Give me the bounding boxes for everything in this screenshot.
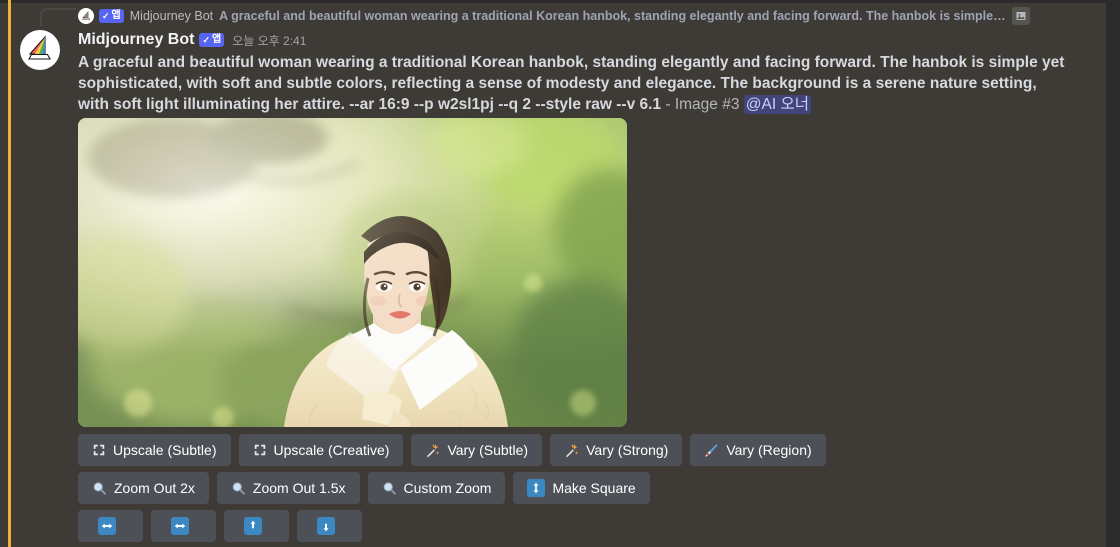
button-label: Make Square bbox=[552, 480, 635, 496]
reply-badge-label: 앱 bbox=[112, 9, 121, 23]
midjourney-sailboat-icon bbox=[78, 8, 94, 24]
prompt-text: A graceful and beautiful woman wearing a… bbox=[78, 54, 1064, 113]
expand-icon bbox=[253, 443, 267, 457]
button-label: Upscale (Subtle) bbox=[113, 442, 217, 458]
badge-label: 앱 bbox=[212, 33, 221, 47]
button-row-zoom: Zoom Out 2x Zoom Out 1.5x Custom Zoom bbox=[78, 472, 650, 504]
arrow-left-icon bbox=[98, 517, 116, 535]
mention-accent-bar bbox=[8, 0, 11, 547]
message-content: A graceful and beautiful woman wearing a… bbox=[78, 52, 1068, 115]
message-timestamp: 오늘 오후 2:41 bbox=[232, 32, 306, 49]
zoom-out-1-5x-button[interactable]: Zoom Out 1.5x bbox=[217, 472, 360, 504]
arrow-down-icon bbox=[317, 517, 335, 535]
sparkle-wand-icon bbox=[564, 443, 579, 458]
vary-region-button[interactable]: Vary (Region) bbox=[690, 434, 825, 466]
reply-verified-app-badge: ✓ 앱 bbox=[99, 9, 124, 23]
upscale-subtle-button[interactable]: Upscale (Subtle) bbox=[78, 434, 231, 466]
make-square-button[interactable]: Make Square bbox=[513, 472, 649, 504]
magnifier-icon bbox=[92, 481, 107, 496]
reply-reference-bar[interactable]: ✓ 앱 Midjourney Bot A graceful and beauti… bbox=[40, 5, 1105, 27]
paintbrush-icon bbox=[704, 443, 719, 458]
message-header: Midjourney Bot ✓ 앱 오늘 오후 2:41 bbox=[78, 30, 306, 50]
arrow-right-icon bbox=[171, 517, 189, 535]
vary-subtle-button[interactable]: Vary (Subtle) bbox=[411, 434, 542, 466]
custom-zoom-button[interactable]: Custom Zoom bbox=[368, 472, 506, 504]
magnifier-icon bbox=[382, 481, 397, 496]
check-icon: ✓ bbox=[202, 33, 210, 47]
button-label: Custom Zoom bbox=[404, 480, 492, 496]
button-label: Zoom Out 1.5x bbox=[253, 480, 346, 496]
top-edge bbox=[0, 0, 1120, 3]
pan-up-button[interactable] bbox=[224, 510, 289, 542]
magnifier-icon bbox=[231, 481, 246, 496]
reply-message-preview: A graceful and beautiful woman wearing a… bbox=[219, 9, 1005, 23]
reply-author-name: Midjourney Bot bbox=[130, 9, 213, 23]
button-label: Vary (Strong) bbox=[586, 442, 668, 458]
generated-image[interactable] bbox=[78, 118, 627, 427]
expand-icon bbox=[92, 443, 106, 457]
message-author-name[interactable]: Midjourney Bot bbox=[78, 31, 194, 49]
image-index-label: - Image #3 bbox=[661, 96, 744, 113]
button-label: Upscale (Creative) bbox=[274, 442, 390, 458]
verified-app-badge: ✓ 앱 bbox=[199, 33, 224, 47]
discord-message-view: ✓ 앱 Midjourney Bot A graceful and beauti… bbox=[0, 0, 1120, 547]
sparkle-wand-icon bbox=[425, 443, 440, 458]
button-row-upscale-vary: Upscale (Subtle) Upscale (Creative) Vary… bbox=[78, 434, 826, 466]
up-down-arrow-icon bbox=[527, 479, 545, 497]
button-label: Vary (Region) bbox=[726, 442, 811, 458]
pan-down-button[interactable] bbox=[297, 510, 362, 542]
check-icon: ✓ bbox=[102, 9, 110, 23]
button-label: Vary (Subtle) bbox=[447, 442, 528, 458]
user-mention[interactable]: @AI 오너 bbox=[744, 95, 811, 114]
zoom-out-2x-button[interactable]: Zoom Out 2x bbox=[78, 472, 209, 504]
pan-right-button[interactable] bbox=[151, 510, 216, 542]
avatar[interactable] bbox=[20, 30, 60, 70]
image-icon[interactable] bbox=[1012, 7, 1030, 25]
button-label: Zoom Out 2x bbox=[114, 480, 195, 496]
button-row-pan bbox=[78, 510, 362, 542]
right-edge bbox=[1106, 0, 1120, 547]
upscale-creative-button[interactable]: Upscale (Creative) bbox=[239, 434, 404, 466]
arrow-up-icon bbox=[244, 517, 262, 535]
pan-left-button[interactable] bbox=[78, 510, 143, 542]
vary-strong-button[interactable]: Vary (Strong) bbox=[550, 434, 682, 466]
